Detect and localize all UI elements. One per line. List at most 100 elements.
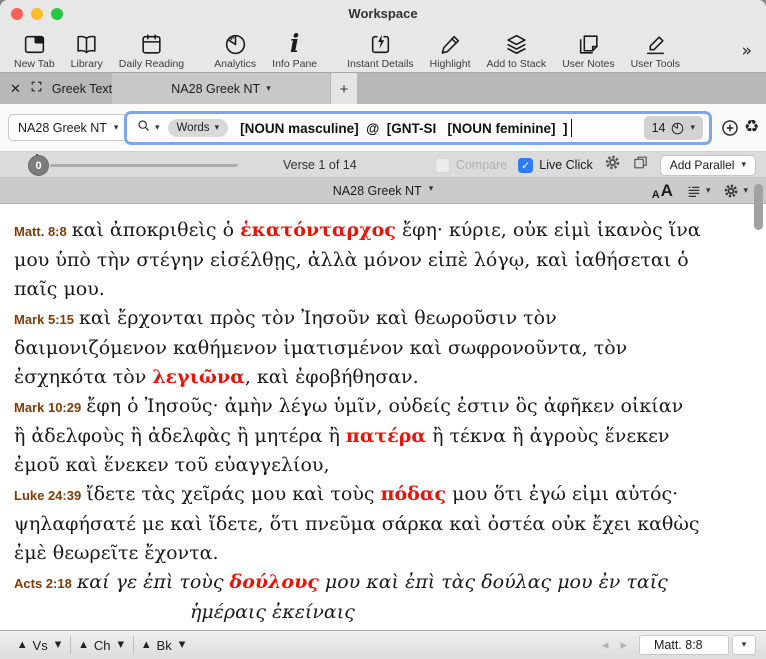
panes-icon[interactable] (632, 154, 649, 176)
context-slider-track[interactable] (50, 164, 238, 167)
verse-position-label: Verse 1 of 14 (283, 158, 357, 172)
verse-reference[interactable]: Luke 24:39 (14, 488, 81, 503)
user-tools-icon (643, 31, 668, 57)
greek-text: ἔφη ὁ Ἰησοῦς· ἀμὴν λέγω ὑμῖν, οὐδείς ἐστ… (86, 395, 683, 417)
user-tools-button[interactable]: User Tools (623, 30, 688, 71)
greek-text: ἐμοῦ καὶ ἕνεκεν τοῦ εὐαγγελίου, (14, 454, 330, 476)
pane-header: NA28 Greek NT ▾ AA ▾ ▾ (0, 178, 766, 204)
library-button[interactable]: Library (63, 30, 111, 71)
verse-reference[interactable]: Mark 10:29 (14, 400, 81, 415)
chapter-up-button[interactable]: ▲ (80, 640, 87, 650)
verse-up-button[interactable]: ▲ (19, 640, 26, 650)
verse-paragraph: Matt. 8:8 καὶ ἀποκριθεὶς ὁ ἑκατόνταρχος ἔ… (14, 216, 758, 304)
chevron-down-icon: ▾ (742, 640, 747, 650)
chevron-down-icon: ▾ (429, 184, 434, 198)
highlight-button[interactable]: Highlight (422, 30, 479, 71)
daily-reading-button[interactable]: Daily Reading (111, 30, 192, 71)
context-slider-knob[interactable]: 0 (28, 155, 49, 176)
greek-text: ἢ ἀδελφοὺς ἢ ἀδελφὰς ἢ μητέρα ἢ (14, 425, 346, 447)
instant-details-button[interactable]: Instant Details (339, 30, 422, 71)
history-back-button[interactable]: ◂ (602, 638, 609, 653)
add-search-item-button[interactable] (720, 118, 740, 143)
window-title: Workspace (0, 6, 766, 21)
chevron-down-icon: ▾ (155, 123, 160, 133)
book-down-button[interactable]: ▼ (179, 640, 186, 650)
chevron-down-icon: ▾ (743, 186, 748, 196)
outline-dropdown[interactable]: ▾ (686, 183, 711, 199)
close-zone-icon[interactable]: ✕ (10, 82, 21, 97)
verse-nav: ▲ Vs ▼ (10, 638, 70, 653)
greek-text: καὶ ἔρχονται πρὸς τὸν Ἰησοῦν καὶ θεωροῦσ… (79, 307, 557, 329)
compare-checkbox[interactable]: ✓ (435, 158, 450, 173)
greek-text: μου καὶ ἐπὶ τὰς δούλας μου ἐν ταῖς (319, 571, 668, 593)
add-parallel-button[interactable]: Add Parallel ▾ (660, 155, 756, 176)
verse-reference[interactable]: Matt. 8:8 (14, 224, 67, 239)
instant-details-icon (368, 31, 393, 57)
greek-text: ἔφη· κύριε, οὐκ εἰμὶ ἱκανὸς ἵνα (396, 219, 701, 241)
search-hit-word[interactable]: λεγιῶνα (152, 366, 245, 388)
history-forward-button[interactable]: ▸ (620, 638, 627, 653)
verse-paragraph: Mark 5:15 καὶ ἔρχονται πρὸς τὸν Ἰησοῦν κα… (14, 304, 758, 392)
analytics-button[interactable]: Analytics (206, 30, 264, 71)
new-tab-plus-button[interactable]: + (331, 73, 357, 105)
gear-icon (723, 183, 739, 199)
greek-text: καὶ ἀποκριθεὶς ὁ (72, 219, 240, 241)
search-field[interactable]: ▾ Words ▾ [NOUN masculine] @ [GNT-SI [NO… (124, 111, 712, 145)
search-hit-word[interactable]: ἑκατόνταρχος (240, 219, 396, 241)
daily-reading-icon (139, 31, 164, 57)
user-notes-icon (576, 31, 601, 57)
live-click-settings-gear-icon[interactable] (604, 154, 621, 176)
title-bar: Workspace (0, 0, 766, 28)
verse-down-button[interactable]: ▼ (55, 640, 62, 650)
greek-text: παῖς μου. (14, 278, 105, 300)
recycle-search-button[interactable]: ♻ (744, 117, 759, 137)
verse-reference[interactable]: Acts 2:18 (14, 576, 72, 591)
hit-count: 14 (652, 121, 666, 135)
expand-zone-icon[interactable] (30, 80, 43, 98)
reference-dropdown-button[interactable]: ▾ (732, 635, 756, 655)
new-tab-button[interactable]: New Tab (6, 30, 63, 71)
font-size-button[interactable]: AA (652, 181, 673, 201)
module-dropdown[interactable]: NA28 Greek NT ▾ (8, 114, 128, 141)
text-cursor (571, 119, 573, 137)
greek-text: ἐμὲ θεωρεῖτε ἔχοντα. (14, 542, 219, 564)
zone-label[interactable]: Greek Texts (52, 82, 118, 96)
greek-text: ψηλαφήσατέ με καὶ ἴδετε, ὅτι πνεῦμα σάρκ… (14, 513, 699, 535)
pie-chart-icon (670, 121, 685, 136)
chapter-nav: ▲ Ch ▼ (71, 638, 133, 653)
live-click-checkbox[interactable]: ✓ (518, 158, 533, 173)
search-hit-word[interactable]: πόδας (381, 483, 446, 505)
greek-text: ἴδετε τὰς χεῖράς μου καὶ τοὺς (86, 483, 380, 505)
add-to-stack-icon (504, 31, 529, 57)
info-pane-icon: i (290, 31, 300, 57)
verse-reference[interactable]: Mark 5:15 (14, 312, 74, 327)
greek-text: ἐσχηκότα τὸν (14, 366, 152, 388)
add-to-stack-button[interactable]: Add to Stack (479, 30, 555, 71)
chapter-nav-label: Ch (94, 638, 111, 653)
verse-list[interactable]: Matt. 8:8 καὶ ἀποκριθεὶς ὁ ἑκατόνταρχος ἔ… (0, 204, 766, 630)
scrollbar-thumb[interactable] (754, 184, 763, 230)
live-click-control: ✓ Live Click (518, 158, 593, 173)
search-hit-word[interactable]: δούλους (230, 571, 319, 593)
main-toolbar: New Tab Library Daily Reading Analytics … (0, 28, 766, 72)
search-hit-word[interactable]: πατέρα (346, 425, 426, 447)
search-query-input[interactable]: [NOUN masculine] @ [GNT-SI [NOUN feminin… (240, 121, 567, 136)
bottom-bar: ▲ Vs ▼ ▲ Ch ▼ ▲ Bk ▼ ◂ ▸ Matt. 8:8 ▾ (0, 630, 766, 659)
chevron-down-icon: ▾ (690, 123, 695, 133)
highlight-icon (438, 31, 463, 57)
info-pane-button[interactable]: i Info Pane (264, 30, 325, 71)
chapter-down-button[interactable]: ▼ (117, 640, 124, 650)
search-row: NA28 Greek NT ▾ ▾ Words ▾ [NOUN masculin… (0, 104, 766, 152)
chevron-down-icon: ▾ (266, 84, 271, 94)
search-scope-dropdown[interactable]: ▾ (136, 118, 160, 139)
pane-settings-dropdown[interactable]: ▾ (723, 183, 748, 199)
hits-badge-dropdown[interactable]: 14 ▾ (644, 116, 703, 140)
toolbar-overflow-button[interactable]: » (732, 41, 762, 61)
book-up-button[interactable]: ▲ (143, 640, 150, 650)
greek-text: , καὶ ἐφοβήθησαν. (245, 366, 419, 388)
live-click-label: Live Click (539, 158, 593, 172)
tab-na28-greek-nt[interactable]: NA28 Greek NT ▾ (112, 73, 330, 105)
user-notes-button[interactable]: User Notes (554, 30, 623, 71)
reference-field[interactable]: Matt. 8:8 (639, 635, 729, 655)
search-mode-dropdown[interactable]: Words ▾ (168, 119, 229, 137)
